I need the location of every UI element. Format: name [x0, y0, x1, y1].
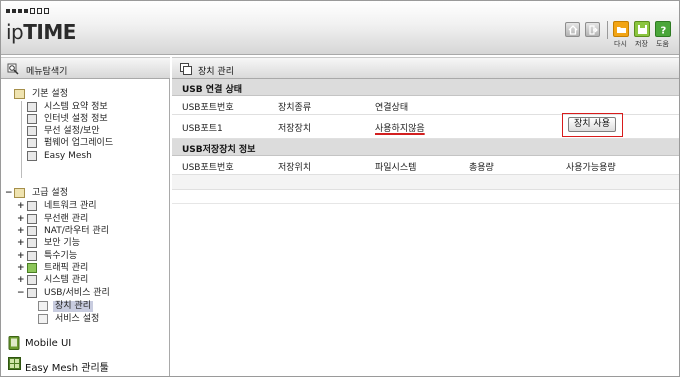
top-header: ipTIME 다시 저장 ? 도움: [1, 1, 679, 55]
tree-item-usb-service[interactable]: USB/서비스 관리: [44, 288, 110, 299]
expand-icon[interactable]: +: [17, 239, 25, 248]
type-cell: 저장장치: [278, 124, 312, 134]
highlight-box: 장치 사용: [562, 113, 623, 137]
search-icon: [7, 63, 19, 75]
section-usb-storage-title: USB저장장치 정보: [182, 145, 256, 155]
tree-item-device-management[interactable]: 장치 관리: [53, 301, 93, 312]
logout-button[interactable]: [585, 22, 600, 37]
mobile-ui-link[interactable]: Mobile UI: [1, 333, 170, 355]
tree-item-wlan[interactable]: 무선랜 관리: [44, 214, 88, 225]
wireless-icon: [27, 126, 37, 136]
table-header-row: USB포트번호 저장위치 파일시스템 총용량 사용가능용량: [172, 156, 679, 175]
tree-item-security[interactable]: 보안 기능: [44, 238, 80, 249]
easymesh-tool-label: Easy Mesh 관리툴: [25, 363, 109, 374]
tree-item-internet[interactable]: 인터넷 설정 정보: [44, 114, 108, 125]
tree-item-system-summary[interactable]: 시스템 요약 정보: [44, 102, 108, 113]
tree-item-network[interactable]: 네트워크 관리: [44, 201, 97, 212]
special-icon: [27, 251, 37, 261]
home-button[interactable]: [565, 22, 580, 37]
easymesh-tool-link[interactable]: Easy Mesh 관리툴: [1, 354, 170, 376]
reload-button[interactable]: [613, 21, 629, 37]
section-usb-storage: USB저장장치 정보: [172, 139, 679, 156]
save-button[interactable]: [634, 21, 650, 37]
nat-icon: [27, 226, 37, 236]
tree-item-special[interactable]: 특수기능: [44, 251, 77, 262]
sidebar-header: 메뉴탐색기: [1, 57, 170, 79]
wlan-icon: [27, 214, 37, 224]
traffic-icon: [27, 263, 37, 273]
expand-icon[interactable]: +: [17, 252, 25, 261]
svg-text:?: ?: [661, 26, 667, 36]
folder-icon: [617, 27, 626, 33]
internet-icon: [27, 114, 37, 124]
expand-icon[interactable]: +: [17, 215, 25, 224]
collapse-icon[interactable]: −: [5, 189, 13, 198]
header-separator: [607, 21, 608, 39]
logout-icon: [589, 25, 598, 35]
table-row: [172, 190, 679, 204]
column-header: USB포트번호: [182, 103, 234, 113]
folder-icon: [14, 89, 25, 99]
mesh-icon: [27, 151, 37, 161]
column-header: USB포트번호: [182, 163, 234, 173]
column-header: 연결상태: [375, 103, 409, 113]
summary-icon: [27, 102, 37, 112]
column-header: 사용가능용량: [566, 163, 616, 173]
section-usb-status: USB 연결 상태: [172, 79, 679, 96]
main-panel: 장치 관리 USB 연결 상태 USB포트번호 장치종류 연결상태 USB포트1…: [172, 57, 679, 376]
brand-dots: [6, 8, 49, 14]
help-icon: ?: [661, 26, 667, 36]
table-row: [172, 175, 679, 190]
tree-item-nat[interactable]: NAT/라우터 관리: [44, 226, 109, 237]
status-cell: 사용하지않음: [375, 124, 425, 134]
window-icon: [180, 63, 192, 75]
tree-advanced-settings[interactable]: 고급 설정: [32, 188, 68, 199]
home-icon: [568, 25, 578, 35]
expand-icon[interactable]: +: [17, 264, 25, 273]
brand-logo: ipTIME: [6, 20, 76, 44]
collapse-icon[interactable]: −: [17, 289, 25, 298]
section-usb-status-title: USB 연결 상태: [182, 85, 243, 95]
usb-icon: [27, 288, 37, 298]
expand-icon[interactable]: +: [17, 276, 25, 285]
column-header: 저장위치: [278, 163, 312, 173]
page-title-bar: 장치 관리: [172, 57, 679, 79]
tree-basic-settings[interactable]: 기본 설정: [32, 89, 68, 100]
tree-item-traffic[interactable]: 트래픽 관리: [44, 263, 88, 274]
reload-label: 다시: [614, 40, 627, 48]
column-header: 파일시스템: [375, 163, 417, 173]
tree-item-easymesh[interactable]: Easy Mesh: [44, 151, 92, 162]
mobile-icon: [8, 336, 20, 350]
tree-item-firmware[interactable]: 펌웨어 업그레이드: [44, 138, 113, 149]
page-icon: [38, 301, 48, 311]
network-icon: [27, 201, 37, 211]
tree-line: [21, 101, 22, 178]
firmware-icon: [27, 138, 37, 148]
page-title: 장치 관리: [198, 67, 234, 77]
help-button[interactable]: ?: [655, 21, 671, 37]
save-icon: [638, 25, 647, 34]
save-label: 저장: [635, 40, 648, 48]
sidebar-title: 메뉴탐색기: [26, 67, 68, 77]
expand-icon[interactable]: +: [17, 227, 25, 236]
mesh-tool-icon: [8, 357, 21, 370]
lock-icon: [27, 238, 37, 248]
expand-icon[interactable]: +: [17, 202, 25, 211]
column-header: 장치종류: [278, 103, 312, 113]
use-device-button[interactable]: 장치 사용: [568, 117, 616, 132]
tree-item-service-settings[interactable]: 서비스 설정: [55, 314, 99, 325]
menu-explorer: 메뉴탐색기 기본 설정 시스템 요약 정보 인터넷 설정 정보 무선 설정/보안…: [1, 57, 170, 376]
column-header: 총용량: [469, 163, 494, 173]
page-icon: [38, 314, 48, 324]
mobile-ui-label: Mobile UI: [25, 338, 72, 349]
tree-item-system[interactable]: 시스템 관리: [44, 275, 88, 286]
help-label: 도움: [656, 40, 669, 48]
tree-item-wireless[interactable]: 무선 설정/보안: [44, 126, 100, 137]
port-cell: USB포트1: [182, 124, 223, 134]
system-icon: [27, 275, 37, 285]
folder-icon: [14, 188, 25, 198]
